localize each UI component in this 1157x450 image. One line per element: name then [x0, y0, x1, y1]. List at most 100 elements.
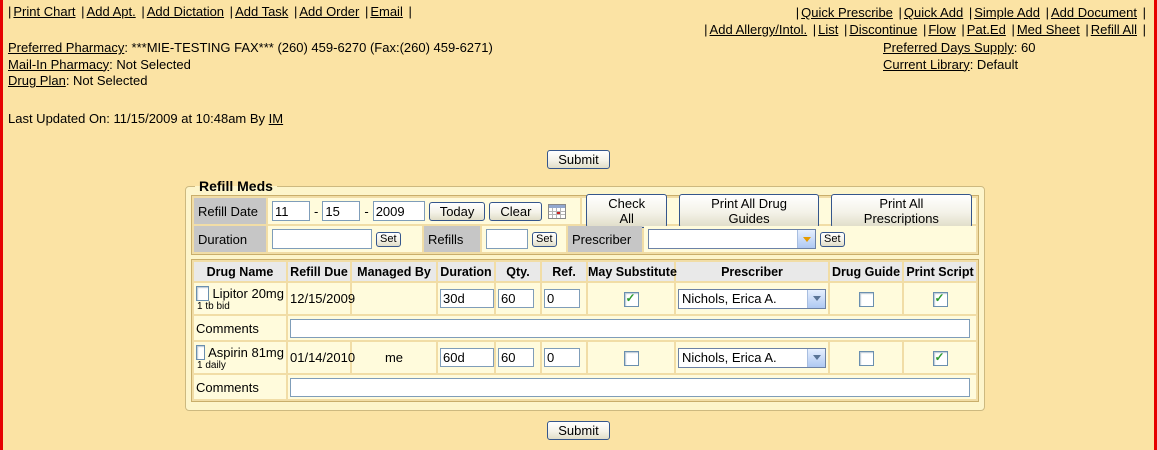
prescriber-label-text: Prescriber: [572, 232, 631, 247]
prescriber-bulk-select-value: [649, 230, 797, 248]
nav-simple-add[interactable]: Simple Add: [974, 5, 1040, 20]
nav-flow[interactable]: Flow: [928, 22, 955, 37]
refill-date-month-input[interactable]: [272, 201, 310, 221]
col-header-drug-name: Drug Name: [194, 262, 286, 281]
duration-set-button[interactable]: Set: [376, 232, 401, 247]
col-header-drug-guide: Drug Guide: [830, 262, 902, 281]
duration-set-cell: Set: [268, 226, 422, 252]
qty-cell: [496, 283, 540, 314]
nav-add-order[interactable]: Add Order: [299, 4, 359, 19]
managed-by-cell: me: [352, 342, 436, 373]
nav-pat-ed[interactable]: Pat.Ed: [967, 22, 1006, 37]
refill-meds-fieldset: Refill Meds Refill Date - - Today Clear: [185, 178, 985, 411]
drug-name-cell: Aspirin 81mg 1 daily: [194, 342, 286, 373]
submit-row-bottom: Submit: [0, 421, 1157, 440]
refills-set-button[interactable]: Set: [532, 232, 557, 247]
prescriber-bulk-select[interactable]: [648, 229, 816, 249]
mail-in-pharmacy-value: : Not Selected: [109, 57, 191, 72]
drug-name: Aspirin 81mg: [208, 345, 284, 360]
drug-plan-link[interactable]: Drug Plan: [8, 73, 66, 88]
separator: |: [969, 5, 972, 20]
ref-input[interactable]: [544, 289, 580, 308]
submit-button-bottom[interactable]: Submit: [547, 421, 609, 440]
nav-quick-prescribe[interactable]: Quick Prescribe: [801, 5, 893, 20]
separator: |: [1046, 5, 1049, 20]
refills-bulk-input[interactable]: [486, 229, 528, 249]
prescriber-set-button[interactable]: Set: [820, 232, 845, 247]
duration-bulk-input[interactable]: [272, 229, 372, 249]
mail-in-pharmacy-link[interactable]: Mail-In Pharmacy: [8, 57, 109, 72]
nav-discontinue[interactable]: Discontinue: [849, 22, 917, 37]
nav-email[interactable]: Email: [370, 4, 403, 19]
preferred-days-supply-link[interactable]: Preferred Days Supply: [883, 40, 1014, 55]
print-all-prescriptions-button[interactable]: Print All Prescriptions: [831, 194, 972, 228]
qty-input[interactable]: [498, 289, 534, 308]
clear-button[interactable]: Clear: [489, 202, 542, 221]
drug-select-checkbox[interactable]: [196, 286, 209, 301]
col-header-managed-by: Managed By: [352, 262, 436, 281]
nav-refill-all[interactable]: Refill All: [1091, 22, 1137, 37]
print-script-checkbox[interactable]: [933, 351, 948, 366]
current-library-link[interactable]: Current Library: [883, 57, 970, 72]
drug-guide-checkbox[interactable]: [859, 292, 874, 307]
duration-input[interactable]: [440, 289, 494, 308]
refill-meds-legend: Refill Meds: [195, 178, 277, 194]
prescriber-select[interactable]: Nichols, Erica A.: [678, 289, 826, 309]
refill-date-year-input[interactable]: [373, 201, 425, 221]
current-library-value: : Default: [970, 57, 1018, 72]
prescriber-select-value: Nichols, Erica A.: [679, 290, 807, 308]
calendar-icon[interactable]: [548, 204, 566, 219]
separator: |: [704, 22, 707, 37]
updated-by-link[interactable]: IM: [269, 111, 283, 126]
pharmacy-info: Preferred Pharmacy: ***MIE-TESTING FAX**…: [8, 40, 493, 90]
separator: |: [294, 4, 297, 19]
check-all-button[interactable]: Check All: [586, 194, 667, 228]
prescriber-label: Prescriber: [568, 226, 642, 252]
chevron-down-icon: [807, 349, 825, 367]
last-updated-line: Last Updated On: 11/15/2009 at 10:48am B…: [8, 111, 283, 126]
nav-quick-add[interactable]: Quick Add: [904, 5, 963, 20]
comments-label: Comments: [194, 316, 286, 340]
drug-sig: 1 tb bid: [196, 301, 284, 312]
refill-date-label-text: Refill Date: [198, 204, 258, 219]
may-substitute-cell: [588, 342, 674, 373]
qty-input[interactable]: [498, 348, 534, 367]
duration-label: Duration: [194, 226, 266, 252]
submit-button-top[interactable]: Submit: [547, 150, 609, 169]
comments-input[interactable]: [290, 378, 970, 397]
nav-add-apt[interactable]: Add Apt.: [87, 4, 136, 19]
meds-table: Drug Name Refill Due Managed By Duration…: [191, 259, 979, 402]
col-header-prescriber: Prescriber: [676, 262, 828, 281]
comments-input[interactable]: [290, 319, 970, 338]
ref-input[interactable]: [544, 348, 580, 367]
nav-add-document[interactable]: Add Document: [1051, 5, 1137, 20]
nav-list[interactable]: List: [818, 22, 838, 37]
print-script-checkbox[interactable]: [933, 292, 948, 307]
may-substitute-checkbox[interactable]: [624, 351, 639, 366]
refills-set-cell: Set: [482, 226, 566, 252]
separator: |: [796, 5, 799, 20]
drug-sig: 1 daily: [196, 360, 284, 371]
preferred-pharmacy-value: : ***MIE-TESTING FAX*** (260) 459-6270 (…: [124, 40, 493, 55]
nav-add-task[interactable]: Add Task: [235, 4, 288, 19]
preferred-pharmacy-line: Preferred Pharmacy: ***MIE-TESTING FAX**…: [8, 40, 493, 57]
prescriber-set-cell: Set: [644, 226, 976, 252]
nav-add-allergy-intol[interactable]: Add Allergy/Intol.: [710, 22, 808, 37]
drug-name-cell: Lipitor 20mg 1 tb bid: [194, 283, 286, 314]
nav-med-sheet[interactable]: Med Sheet: [1017, 22, 1080, 37]
prescriber-select[interactable]: Nichols, Erica A.: [678, 348, 826, 368]
nav-print-chart[interactable]: Print Chart: [13, 4, 75, 19]
nav-add-dictation[interactable]: Add Dictation: [147, 4, 224, 19]
drug-guide-checkbox[interactable]: [859, 351, 874, 366]
top-nav-right-row1: |Quick Prescribe |Quick Add |Simple Add …: [702, 4, 1148, 21]
duration-input[interactable]: [440, 348, 494, 367]
drug-select-checkbox[interactable]: [196, 345, 205, 360]
refill-date-day-input[interactable]: [322, 201, 360, 221]
comments-cell: [288, 316, 976, 340]
separator: |: [1011, 22, 1014, 37]
preferred-pharmacy-link[interactable]: Preferred Pharmacy: [8, 40, 124, 55]
comments-row-aspirin: Comments: [194, 375, 976, 399]
may-substitute-checkbox[interactable]: [624, 292, 639, 307]
print-all-drug-guides-button[interactable]: Print All Drug Guides: [679, 194, 818, 228]
today-button[interactable]: Today: [429, 202, 486, 221]
